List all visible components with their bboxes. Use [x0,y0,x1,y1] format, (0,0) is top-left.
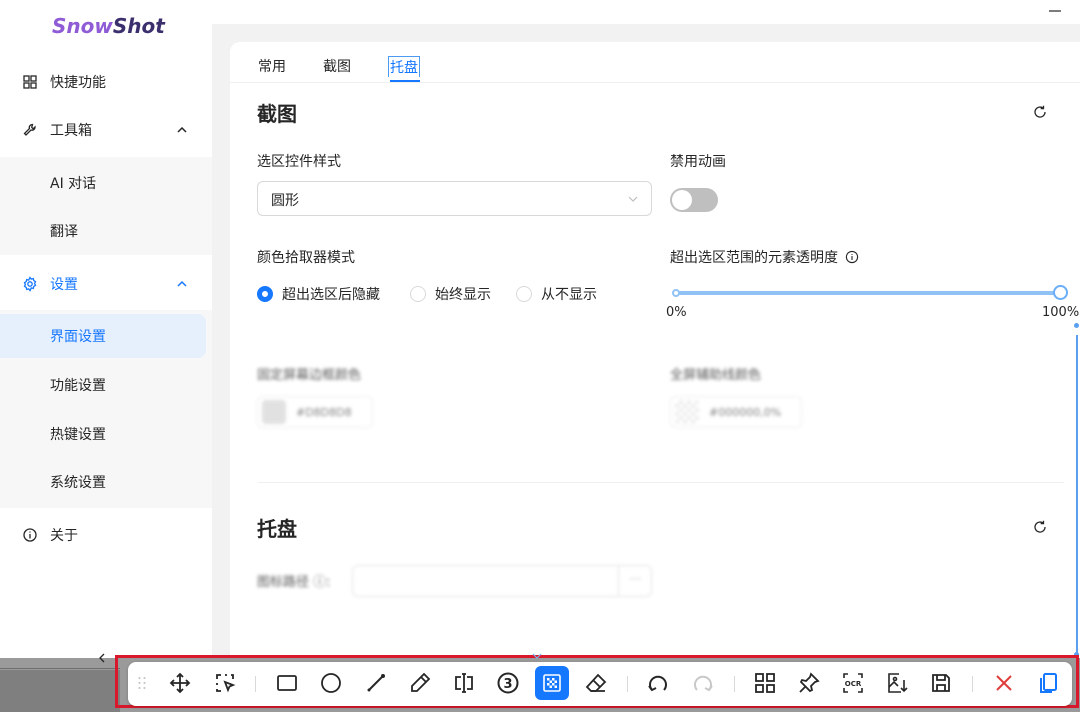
pin-icon[interactable] [794,668,824,698]
toolbox-submenu: AI 对话 翻译 [0,157,212,255]
section-title-screenshot: 截图 [257,102,297,126]
pen-icon[interactable] [405,668,435,698]
eraser-icon[interactable] [581,668,611,698]
sidebar-item-label: 快捷功能 [50,75,106,91]
section-divider [258,482,1064,483]
icon-path-label: 图标路径 ⓘ: [257,575,331,590]
sidebar-item-ai-chat[interactable]: AI 对话 [0,163,212,203]
ocr-icon[interactable]: OCR [838,668,868,698]
sidebar-item-shortcuts[interactable]: 快捷功能 [0,62,212,102]
selection-handle[interactable] [1074,323,1079,328]
fixed-border-color-label: 固定屏幕边框颜色 [257,368,362,383]
sidebar-item-system-settings[interactable]: 系统设置 [0,462,212,502]
chevron-up-icon [177,126,187,133]
select-region-icon[interactable] [210,668,240,698]
grid-icon[interactable] [750,668,780,698]
sidebar: SnowShot 快捷功能 工具箱 AI 对话 翻译 设置 界面设置 功能设置 … [0,0,212,658]
icon-path-input[interactable]: ··· [352,565,652,597]
drag-handle-icon[interactable] [132,668,152,698]
opacity-slider-track[interactable] [676,291,1062,295]
fullscreen-guide-color-label: 全屏辅助线颜色 [670,368,762,383]
disable-animation-toggle[interactable] [670,188,718,212]
copy-icon[interactable] [1033,668,1063,698]
tab-screenshot[interactable]: 截图 [323,56,351,76]
info-icon [23,528,37,542]
sidebar-item-ui-settings[interactable]: 界面设置 [0,314,212,358]
sidebar-item-feature-settings[interactable]: 功能设置 [0,365,212,405]
save-icon[interactable] [926,668,956,698]
svg-text:OCR: OCR [845,680,862,688]
wrench-icon [23,123,36,136]
opacity-slider-handle[interactable] [1053,285,1068,300]
sidebar-item-label: 工具箱 [50,123,92,139]
browse-button[interactable]: ··· [630,572,641,586]
info-icon[interactable] [845,250,859,264]
disable-animation-label: 禁用动画 [670,154,726,170]
sidebar-item-about[interactable]: 关于 [0,515,212,555]
selection-edge [1076,335,1078,655]
chevron-down-icon [532,653,542,659]
selection-style-label: 选区控件样式 [257,154,341,170]
sidebar-item-translate[interactable]: 翻译 [0,211,212,251]
sidebar-item-toolbox[interactable]: 工具箱 [0,110,212,150]
info-icon: ⓘ [313,575,327,590]
chevron-up-icon [177,280,187,287]
radio-never-show[interactable]: 从不显示 [516,284,597,304]
text-icon[interactable] [449,668,479,698]
opacity-min-mark: 0% [666,305,687,320]
tab-tray[interactable]: 托盘 [388,56,420,77]
ellipse-icon[interactable] [316,668,346,698]
move-icon[interactable] [165,668,195,698]
radio-hide-outside[interactable]: 超出选区后隐藏 [257,284,380,304]
svg-text:3: 3 [503,677,512,692]
sidebar-item-label: 关于 [50,528,78,544]
grid-icon [23,75,37,89]
fullscreen-guide-color-picker[interactable]: #000000,0% [670,396,802,428]
sidebar-item-hotkey-settings[interactable]: 热键设置 [0,414,212,454]
fixed-border-color-picker[interactable]: #D8D8D8 [257,396,373,428]
section-title-tray: 托盘 [257,517,297,541]
selection-style-select[interactable]: 圆形 [257,181,652,216]
tab-divider [230,82,1080,83]
collapse-sidebar-icon[interactable] [96,652,108,664]
reset-icon[interactable] [1032,104,1048,120]
tab-common[interactable]: 常用 [258,56,286,76]
app-logo: SnowShot [52,14,165,38]
opacity-label: 超出选区范围的元素透明度 [670,247,859,267]
image-export-icon[interactable] [882,668,912,698]
serial-number-icon[interactable]: 3 [493,668,523,698]
undo-icon[interactable] [643,668,673,698]
sidebar-item-label: 设置 [50,277,78,293]
arrow-icon[interactable] [361,668,391,698]
sidebar-item-settings[interactable]: 设置 [0,264,212,304]
reset-icon[interactable] [1032,519,1048,535]
chevron-down-icon [628,196,638,202]
title-bar [212,0,1080,24]
gear-icon [23,276,37,292]
rectangle-icon[interactable] [272,668,302,698]
minimize-icon[interactable] [1048,2,1062,16]
close-icon[interactable] [989,668,1019,698]
mosaic-icon[interactable] [535,666,569,700]
color-picker-mode-label: 颜色拾取器模式 [257,250,355,266]
settings-submenu: 界面设置 功能设置 热键设置 系统设置 [0,310,212,508]
active-tab-indicator [390,80,420,82]
redo-icon[interactable] [688,668,718,698]
opacity-max-mark: 100% [1042,305,1080,320]
radio-always-show[interactable]: 始终显示 [410,284,491,304]
opacity-slider-min-dot [672,289,680,297]
